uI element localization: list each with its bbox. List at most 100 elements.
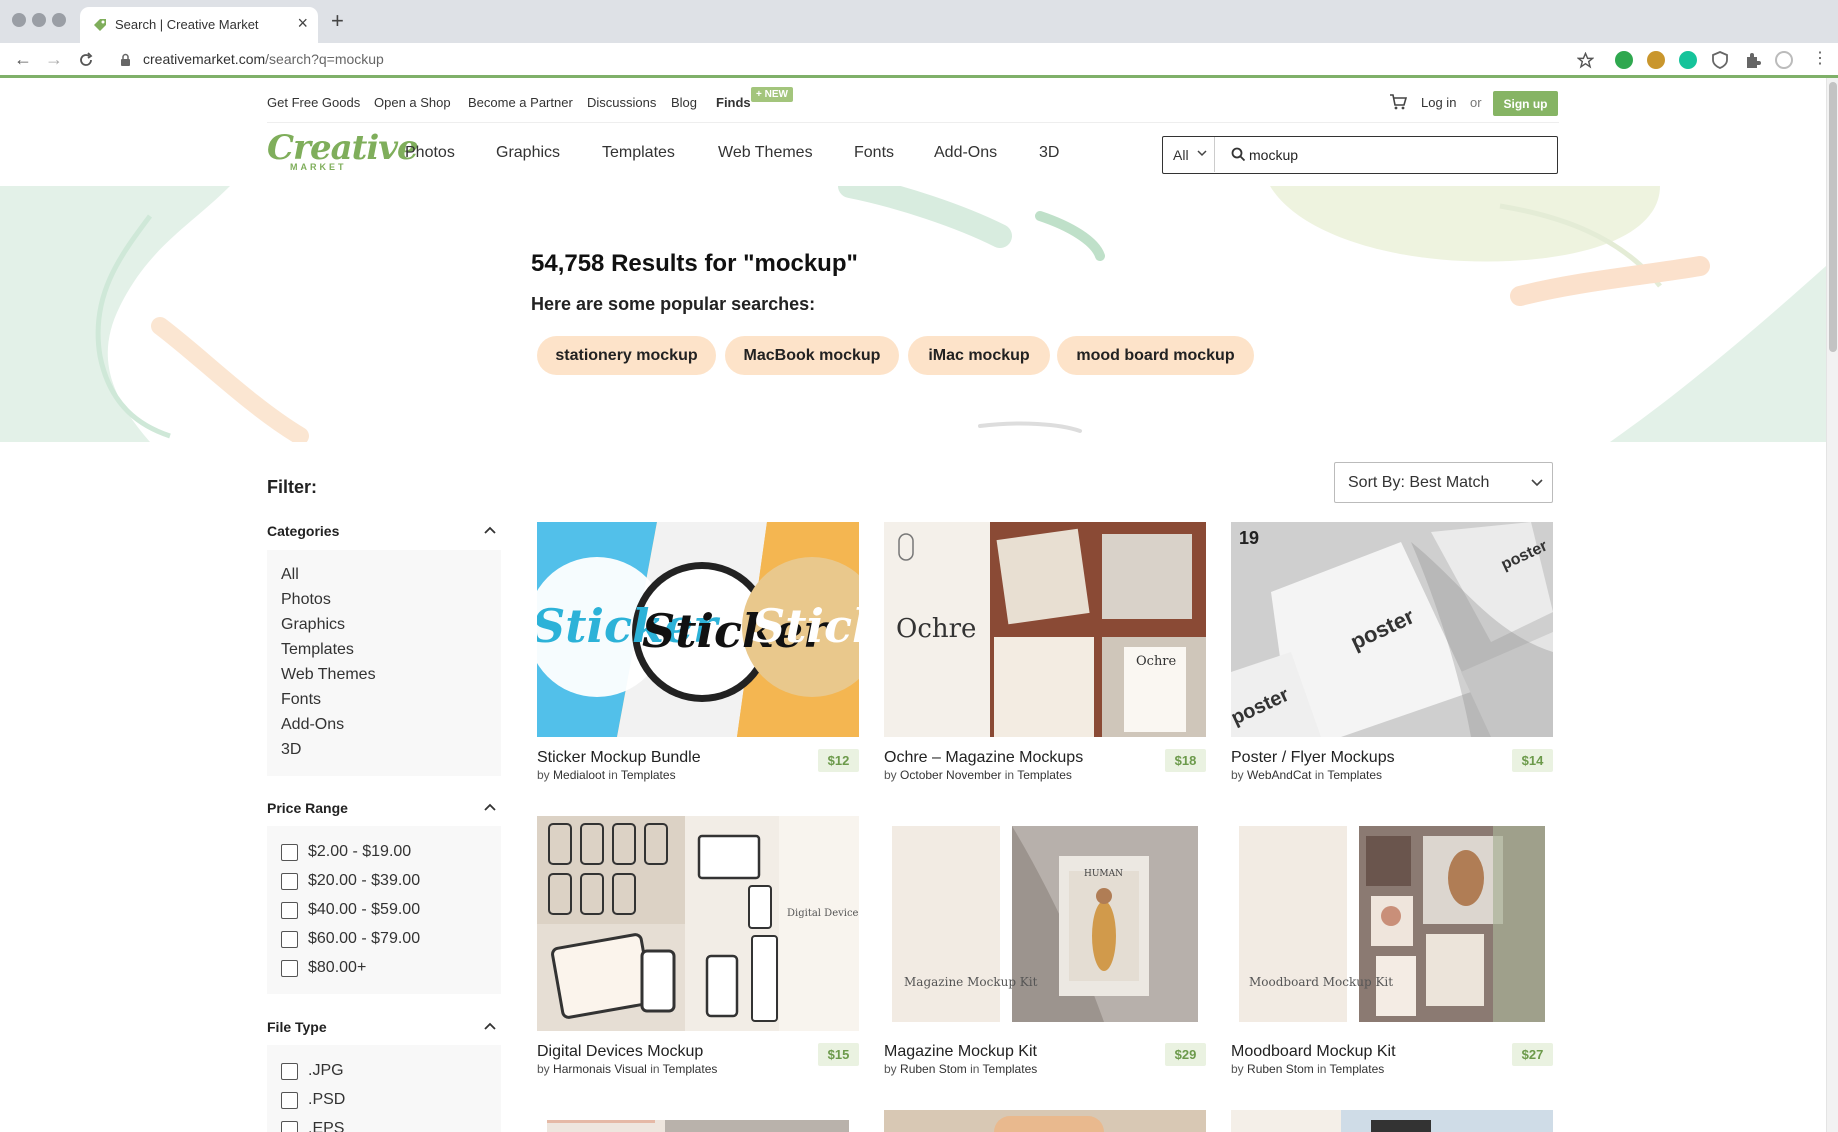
category-link[interactable]: Templates: [621, 768, 676, 782]
author-link[interactable]: Ruben Stom: [1247, 1062, 1314, 1076]
category-link[interactable]: Templates: [663, 1062, 718, 1076]
author-link[interactable]: October November: [900, 768, 1001, 782]
product-thumbnail[interactable]: Sticker Sticker Sticker: [537, 522, 859, 737]
tab-title: Search | Creative Market: [115, 17, 259, 32]
url-path: /search?q=mockup: [265, 51, 384, 67]
file-type-section-toggle[interactable]: File Type: [267, 1019, 327, 1035]
category-link[interactable]: Templates: [1327, 768, 1382, 782]
signup-button[interactable]: Sign up: [1493, 91, 1558, 116]
category-templates[interactable]: Templates: [281, 641, 354, 659]
category-graphics[interactable]: Graphics: [281, 616, 345, 634]
creative-market-logo[interactable]: Creative MARKET: [267, 128, 419, 174]
chevron-up-icon[interactable]: [484, 1022, 496, 1030]
chip-macbook-mockup[interactable]: MacBook mockup: [725, 336, 899, 375]
reload-icon[interactable]: [78, 52, 94, 68]
checkbox[interactable]: [281, 1121, 298, 1132]
product-thumbnail[interactable]: HUMAN Magazine Mockup Kit: [884, 816, 1206, 1031]
by-text: by: [537, 1062, 550, 1076]
link-become-a-partner[interactable]: Become a Partner: [468, 95, 573, 110]
window-minimize-button[interactable]: [32, 13, 46, 27]
product-thumbnail[interactable]: Ochre Ochre: [884, 522, 1206, 737]
checkbox[interactable]: [281, 844, 298, 861]
browser-menu-icon[interactable]: ⋮: [1812, 50, 1828, 68]
window-maximize-button[interactable]: [52, 13, 66, 27]
browser-tab[interactable]: Search | Creative Market ×: [80, 7, 318, 43]
product-thumbnail-partial[interactable]: [1231, 1110, 1553, 1132]
forward-icon[interactable]: →: [45, 48, 63, 70]
extension-icon[interactable]: [1647, 51, 1665, 69]
window-close-button[interactable]: [12, 13, 26, 27]
search-category-select[interactable]: All: [1163, 137, 1215, 172]
nav-web-themes[interactable]: Web Themes: [718, 144, 813, 162]
product-title[interactable]: Ochre – Magazine Mockups: [884, 749, 1083, 767]
chip-imac-mockup[interactable]: iMac mockup: [908, 336, 1050, 375]
product-title[interactable]: Digital Devices Mockup: [537, 1043, 703, 1061]
cart-icon[interactable]: [1389, 94, 1407, 110]
new-tab-icon[interactable]: +: [331, 9, 344, 33]
chevron-up-icon[interactable]: [484, 526, 496, 534]
tab-close-icon[interactable]: ×: [297, 13, 308, 33]
author-link[interactable]: Medialoot: [553, 768, 605, 782]
in-text: in: [970, 1062, 980, 1076]
profile-avatar[interactable]: [1775, 51, 1793, 69]
chip-mood-board-mockup[interactable]: mood board mockup: [1057, 336, 1254, 375]
nav-graphics[interactable]: Graphics: [496, 144, 560, 162]
checkbox[interactable]: [281, 931, 298, 948]
link-finds[interactable]: Finds: [716, 95, 751, 110]
category-3d[interactable]: 3D: [281, 741, 301, 759]
author-link[interactable]: Harmonais Visual: [553, 1062, 647, 1076]
grammarly-extension-icon[interactable]: [1679, 51, 1697, 69]
link-blog[interactable]: Blog: [671, 95, 697, 110]
extensions-puzzle-icon[interactable]: [1744, 52, 1761, 69]
lock-icon[interactable]: [120, 53, 131, 67]
chip-stationery-mockup[interactable]: stationery mockup: [537, 336, 716, 375]
checkbox[interactable]: [281, 1092, 298, 1109]
nav-templates[interactable]: Templates: [602, 144, 675, 162]
evernote-extension-icon[interactable]: [1615, 51, 1633, 69]
price-range-section-toggle[interactable]: Price Range: [267, 800, 348, 816]
product-title[interactable]: Sticker Mockup Bundle: [537, 749, 701, 767]
link-open-a-shop[interactable]: Open a Shop: [374, 95, 451, 110]
category-fonts[interactable]: Fonts: [281, 691, 321, 709]
category-add-ons[interactable]: Add-Ons: [281, 716, 344, 734]
link-discussions[interactable]: Discussions: [587, 95, 656, 110]
category-link[interactable]: Templates: [1330, 1062, 1385, 1076]
author-link[interactable]: Ruben Stom: [900, 1062, 967, 1076]
checkbox[interactable]: [281, 873, 298, 890]
product-title[interactable]: Moodboard Mockup Kit: [1231, 1043, 1396, 1061]
categories-section-toggle[interactable]: Categories: [267, 523, 339, 539]
product-title[interactable]: Poster / Flyer Mockups: [1231, 749, 1395, 767]
product-thumbnail-partial[interactable]: [884, 1110, 1206, 1132]
login-link[interactable]: Log in: [1421, 95, 1456, 110]
nav-3d[interactable]: 3D: [1039, 144, 1059, 162]
page-scrollbar[interactable]: [1826, 78, 1838, 1132]
address-bar[interactable]: creativemarket.com/search?q=mockup: [143, 51, 384, 67]
product-thumbnail-partial[interactable]: [547, 1120, 849, 1132]
product-thumbnail[interactable]: poster poster poster 19: [1231, 522, 1553, 737]
sort-dropdown[interactable]: Sort By: Best Match: [1334, 462, 1553, 503]
author-link[interactable]: WebAndCat: [1247, 768, 1311, 782]
category-link[interactable]: Templates: [983, 1062, 1038, 1076]
category-all[interactable]: All: [281, 566, 299, 584]
shield-extension-icon[interactable]: [1712, 51, 1728, 69]
link-get-free-goods[interactable]: Get Free Goods: [267, 95, 360, 110]
checkbox[interactable]: [281, 902, 298, 919]
chevron-up-icon[interactable]: [484, 803, 496, 811]
product-thumbnail[interactable]: Digital Devices Mockup: [537, 816, 859, 1031]
chevron-down-icon: [1531, 479, 1543, 487]
category-link[interactable]: Templates: [1017, 768, 1072, 782]
scrollbar-thumb[interactable]: [1829, 82, 1837, 352]
product-title[interactable]: Magazine Mockup Kit: [884, 1043, 1037, 1061]
search-input[interactable]: [1249, 142, 1539, 168]
checkbox[interactable]: [281, 960, 298, 977]
bookmark-star-icon[interactable]: [1577, 52, 1594, 69]
checkbox[interactable]: [281, 1063, 298, 1080]
nav-fonts[interactable]: Fonts: [854, 144, 894, 162]
nav-photos[interactable]: Photos: [405, 144, 455, 162]
product-thumbnail[interactable]: Moodboard Mockup Kit: [1231, 816, 1553, 1031]
magazine-kit-text: Magazine Mockup Kit: [904, 975, 1038, 989]
back-icon[interactable]: ←: [14, 48, 32, 70]
nav-add-ons[interactable]: Add-Ons: [934, 144, 997, 162]
category-photos[interactable]: Photos: [281, 591, 331, 609]
category-web-themes[interactable]: Web Themes: [281, 666, 376, 684]
